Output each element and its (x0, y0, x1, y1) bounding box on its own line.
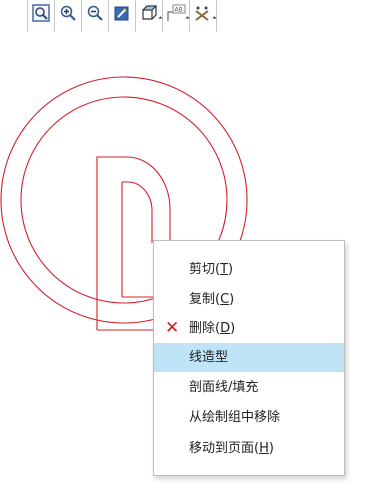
menu-item-remove-from-group[interactable]: 从绘制组中移除 (154, 403, 344, 432)
menu-item-label: 从绘制组中移除 (189, 410, 281, 425)
sketch-profile-bottom (97, 296, 153, 331)
menu-item-cut[interactable]: 剪切(T) (154, 255, 344, 284)
menu-item-label: 删除(D) (189, 321, 236, 336)
menu-item-copy[interactable]: 复制(C) (154, 285, 344, 314)
menu-item-label: 移动到页面(H) (189, 441, 274, 456)
menu-item-delete[interactable]: ✕ 删除(D) (154, 314, 344, 343)
menu-item-label: 复制(C) (189, 292, 235, 307)
sketch-profile-inner (121, 181, 153, 297)
menu-item-label: 剖面线/填充 (189, 380, 259, 395)
menu-item-move-to-page[interactable]: 移动到页面(H) (154, 434, 344, 463)
menu-item-hatch-fill[interactable]: 剖面线/填充 (154, 373, 344, 402)
delete-x-icon: ✕ (165, 318, 180, 338)
menu-item-line-style[interactable]: 线造型 (154, 343, 344, 372)
context-menu: 剪切(T) 复制(C) ✕ 删除(D) 线造型 剖面线/填充 从绘制组中移除 移… (153, 240, 345, 476)
menu-item-label: 线造型 (189, 350, 229, 365)
menu-item-label: 剪切(T) (189, 262, 234, 277)
